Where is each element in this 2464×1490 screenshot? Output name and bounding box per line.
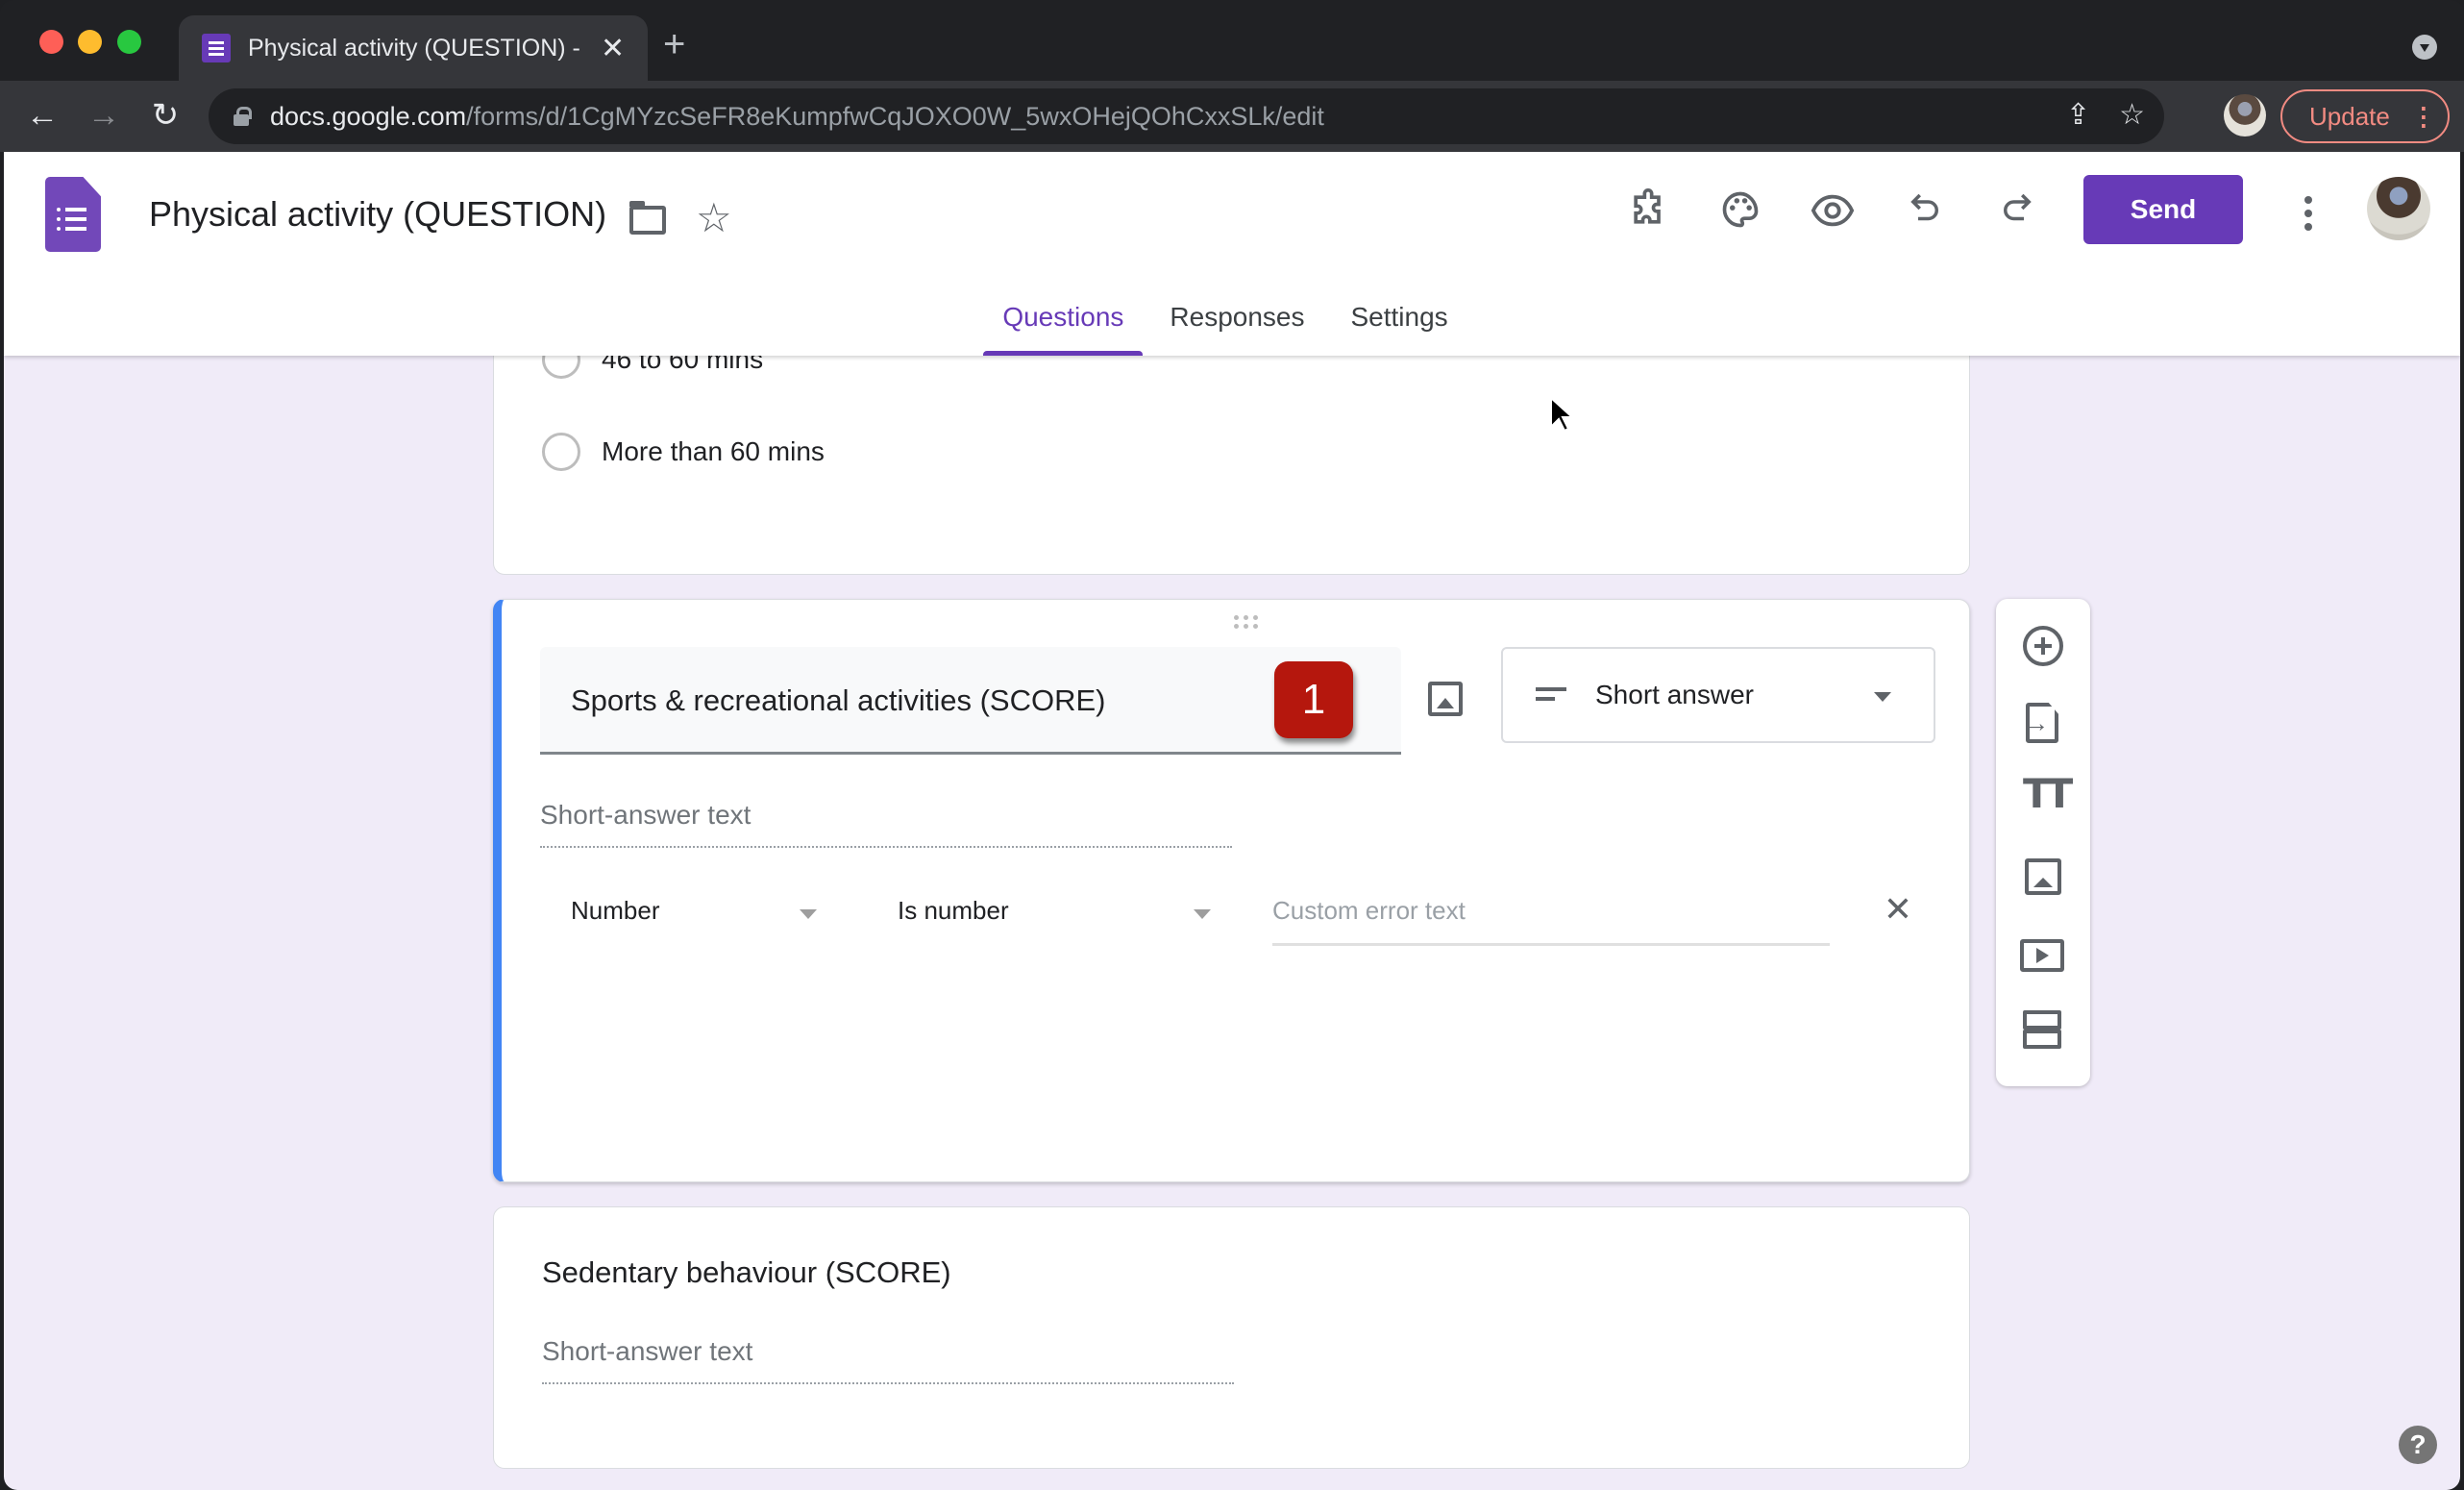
validation-condition-label: Is number [898,896,1009,925]
lock-icon[interactable] [234,107,252,126]
question-card-active[interactable]: Sports & recreational activities (SCORE)… [493,599,1970,1304]
undo-icon[interactable] [1901,188,1949,236]
preview-eye-icon[interactable] [1809,188,1857,236]
tab-search-icon[interactable] [2412,35,2437,60]
close-tab-icon[interactable]: ✕ [601,32,625,65]
new-tab-button[interactable]: + [663,25,685,63]
tab-questions[interactable]: Questions [983,294,1144,356]
step-number-badge: 1 [1274,661,1353,738]
url-host: docs.google.com [270,101,467,131]
star-icon[interactable]: ☆ [696,194,732,241]
question-type-label: Short answer [1595,680,1754,709]
google-forms-favicon-icon [202,34,231,62]
validation-condition-dropdown[interactable]: Is number [867,879,1251,946]
question-card-previous[interactable]: 46 to 60 mins More than 60 mins [493,325,1970,575]
custom-error-text-input[interactable]: Custom error text [1272,879,1830,946]
send-button[interactable]: Send [2083,175,2243,244]
question-title: Sedentary behaviour (SCORE) [542,1255,951,1289]
custom-error-placeholder: Custom error text [1272,896,1466,925]
window-minimize-button[interactable] [78,30,102,54]
update-button[interactable]: Update ⋮ [2280,89,2450,143]
browser-profile-avatar[interactable] [2224,94,2266,137]
url-path: /forms/d/1CgMYzcSeFR8eKumpfwCqJOXO0W_5wx… [466,101,1324,131]
tab-settings[interactable]: Settings [1332,294,1467,356]
browser-tab-title: Physical activity (QUESTION) - Google Fo… [248,34,579,62]
short-text-icon [1536,687,1566,701]
reload-icon[interactable]: ↻ [144,94,186,137]
dropdown-arrow-icon [1874,692,1891,702]
add-section-icon[interactable] [2023,1010,2061,1049]
browser-tab[interactable]: Physical activity (QUESTION) - Google Fo… [179,15,648,81]
back-arrow-icon[interactable]: ← [21,94,63,137]
question-title: Sports & recreational activities (SCORE) [571,683,1106,717]
document-title[interactable]: Physical activity (QUESTION) [149,194,606,235]
window-close-button[interactable] [39,30,63,54]
drag-handle-icon[interactable] [1232,613,1263,631]
import-questions-icon[interactable] [2026,703,2058,743]
radio-button[interactable] [542,433,580,471]
question-type-dropdown[interactable]: Short answer [1501,647,1935,743]
browser-tab-strip: Physical activity (QUESTION) - Google Fo… [0,0,2464,81]
add-title-text-icon[interactable]: TT [2023,770,2073,818]
add-image-icon[interactable] [1428,682,1463,716]
question-title-input[interactable]: Sports & recreational activities (SCORE)… [540,647,1401,755]
floating-toolbar: TT [1996,599,2090,1086]
more-vert-icon: ⋮ [2410,101,2436,131]
add-image-icon[interactable] [2025,858,2061,895]
google-forms-logo-icon[interactable] [45,177,101,252]
forward-arrow-icon[interactable]: → [83,94,125,137]
addons-puzzle-icon[interactable] [1624,188,1672,236]
user-avatar[interactable] [2367,177,2430,240]
help-icon[interactable]: ? [2399,1426,2437,1464]
forms-editor: Physical activity (QUESTION) ☆ Send Ques… [4,152,2460,1490]
share-icon[interactable]: ⇪ [2066,98,2090,132]
validation-type-dropdown[interactable]: Number [540,879,828,946]
window-maximize-button[interactable] [117,30,141,54]
redo-icon[interactable] [1993,188,2041,236]
browser-toolbar: ← → ↻ docs.google.com/forms/d/1CgMYzcSeF… [0,81,2464,152]
radio-option-label: More than 60 mins [602,436,825,466]
view-tabs: Questions Responses Settings [4,294,2460,356]
bookmark-star-icon[interactable]: ☆ [2119,98,2145,132]
radio-option[interactable]: More than 60 mins [542,433,825,471]
add-question-icon[interactable] [2023,626,2063,666]
palette-icon[interactable] [1716,188,1764,236]
validation-type-label: Number [571,896,660,925]
move-to-folder-icon[interactable] [629,201,666,235]
forms-header: Physical activity (QUESTION) ☆ Send Ques… [4,152,2460,356]
short-answer-placeholder: Short-answer text [540,800,1232,848]
address-bar[interactable]: docs.google.com/forms/d/1CgMYzcSeFR8eKum… [209,88,2164,144]
response-validation-row: Number Is number Custom error text ✕ [540,879,1938,956]
update-label: Update [2309,101,2390,131]
more-options-icon[interactable] [2289,192,2328,235]
add-video-icon[interactable] [2020,939,2064,972]
remove-validation-close-icon[interactable]: ✕ [1881,890,1915,929]
dropdown-arrow-icon [1194,909,1211,919]
tab-responses[interactable]: Responses [1150,294,1323,356]
question-card-next[interactable]: Sedentary behaviour (SCORE) Short-answer… [493,1206,1970,1469]
short-answer-placeholder: Short-answer text [542,1336,1234,1384]
dropdown-arrow-icon [800,909,817,919]
